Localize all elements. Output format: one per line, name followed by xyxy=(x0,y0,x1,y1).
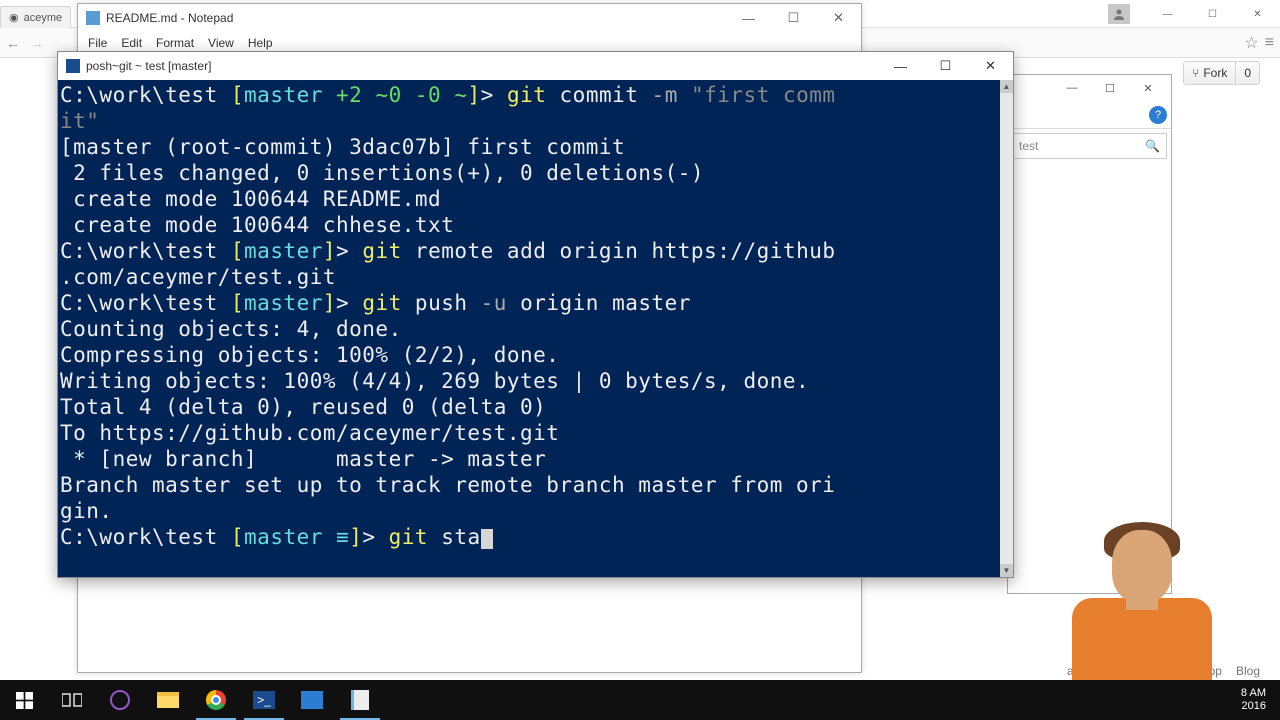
notepad-icon xyxy=(86,11,100,25)
help-icon[interactable]: ? xyxy=(1149,106,1167,124)
menu-view[interactable]: View xyxy=(202,34,240,52)
menu-file[interactable]: File xyxy=(82,34,113,52)
explorer-search-input[interactable]: test 🔍 xyxy=(1012,133,1167,159)
fork-label: Fork xyxy=(1203,66,1227,80)
terminal-maximize-button[interactable]: ☐ xyxy=(923,52,968,80)
footer-link[interactable]: Blog xyxy=(1236,664,1260,678)
notepad-minimize-button[interactable]: — xyxy=(726,4,771,32)
forward-button[interactable]: → xyxy=(30,35,44,51)
explorer-minimize-button[interactable]: — xyxy=(1053,77,1091,99)
explorer-maximize-button[interactable]: ☐ xyxy=(1091,77,1129,99)
taskbar-explorer-icon[interactable] xyxy=(144,680,192,720)
notepad-titlebar[interactable]: README.md - Notepad — ☐ ✕ xyxy=(78,4,861,32)
bookmark-star-icon[interactable]: ☆ xyxy=(1244,33,1258,53)
search-icon: 🔍 xyxy=(1145,139,1160,153)
browser-close-button[interactable]: ✕ xyxy=(1235,0,1280,28)
taskbar-chrome-icon[interactable] xyxy=(192,680,240,720)
task-view-button[interactable] xyxy=(48,680,96,720)
taskbar-powershell-icon[interactable]: >_ xyxy=(240,680,288,720)
tab-label: aceyme xyxy=(24,12,63,24)
taskbar-notepad-icon[interactable] xyxy=(336,680,384,720)
terminal-title: posh~git ~ test [master] xyxy=(86,59,211,73)
notepad-title: README.md - Notepad xyxy=(106,11,233,25)
back-button[interactable]: ← xyxy=(6,35,20,51)
user-icon[interactable] xyxy=(1108,4,1130,24)
search-text: test xyxy=(1019,139,1038,153)
notepad-close-button[interactable]: ✕ xyxy=(816,4,861,32)
taskbar-app-icon[interactable] xyxy=(288,680,336,720)
fork-count: 0 xyxy=(1236,66,1259,80)
taskbar-clock[interactable]: 8 AM 2016 xyxy=(1235,687,1272,713)
terminal-minimize-button[interactable]: — xyxy=(878,52,923,80)
browser-minimize-button[interactable]: — xyxy=(1145,0,1190,28)
notepad-maximize-button[interactable]: ☐ xyxy=(771,4,816,32)
browser-tab[interactable]: ◉ aceyme xyxy=(0,6,71,28)
menu-edit[interactable]: Edit xyxy=(115,34,148,52)
taskbar: >_ 8 AM 2016 xyxy=(0,680,1280,720)
github-icon: ◉ xyxy=(9,11,19,24)
browser-menu-icon[interactable]: ≡ xyxy=(1265,34,1274,52)
terminal-close-button[interactable]: ✕ xyxy=(968,52,1013,80)
browser-maximize-button[interactable]: ☐ xyxy=(1190,0,1235,28)
powershell-window: posh~git ~ test [master] — ☐ ✕ C:\work\t… xyxy=(57,51,1014,578)
menu-format[interactable]: Format xyxy=(150,34,200,52)
powershell-icon xyxy=(66,59,80,73)
terminal-titlebar[interactable]: posh~git ~ test [master] — ☐ ✕ xyxy=(58,52,1013,80)
clock-time: 8 AM xyxy=(1241,687,1266,700)
clock-date: 2016 xyxy=(1241,700,1266,713)
terminal-scrollbar[interactable]: ▲ ▼ xyxy=(1000,80,1013,577)
terminal-body[interactable]: C:\work\test [master +2 ~0 -0 ~]> git co… xyxy=(58,80,1000,577)
scroll-down-icon[interactable]: ▼ xyxy=(1000,564,1013,577)
menu-help[interactable]: Help xyxy=(242,34,279,52)
start-button[interactable] xyxy=(0,680,48,720)
taskbar-cortana-icon[interactable] xyxy=(96,680,144,720)
scroll-up-icon[interactable]: ▲ xyxy=(1000,80,1013,93)
fork-button[interactable]: ⑂ Fork 0 xyxy=(1183,61,1260,85)
explorer-close-button[interactable]: ✕ xyxy=(1129,77,1167,99)
fork-icon: ⑂ xyxy=(1192,66,1199,80)
